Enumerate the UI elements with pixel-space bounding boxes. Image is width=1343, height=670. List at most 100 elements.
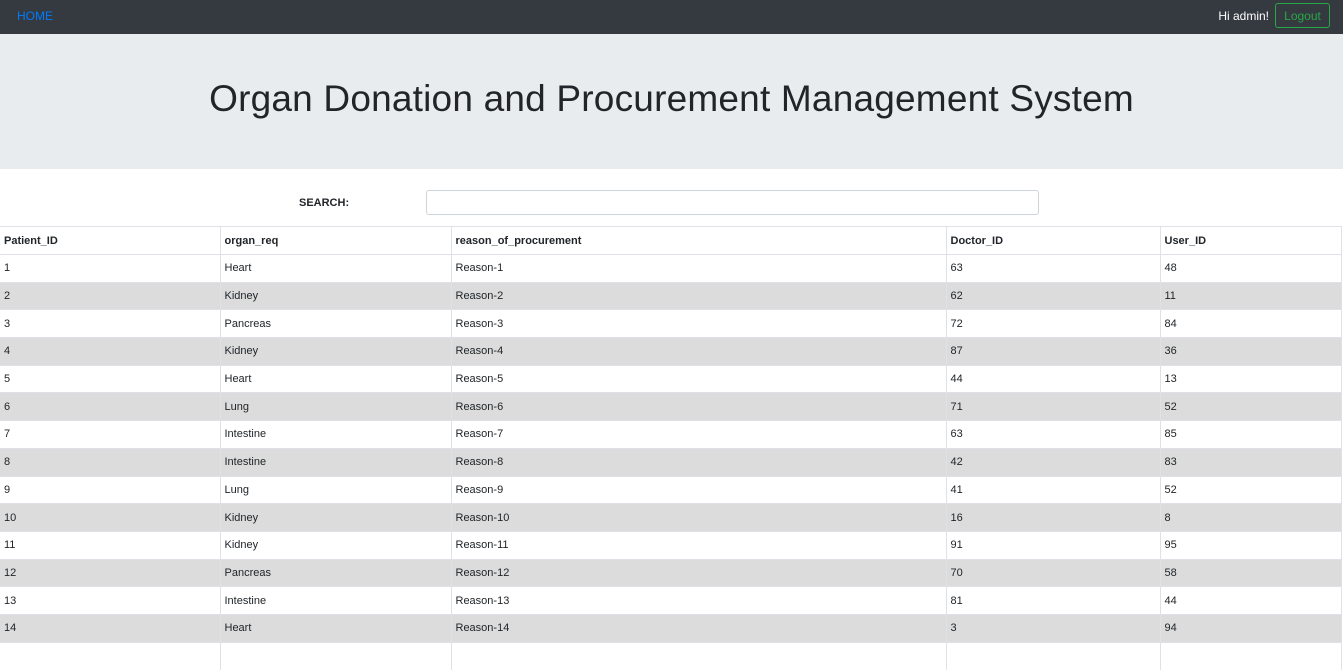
cell-reason: Reason-8 bbox=[450, 447, 946, 476]
cell-reason: Reason-7 bbox=[450, 420, 946, 449]
cell-reason: Reason-13 bbox=[450, 586, 946, 615]
cell-organ-req bbox=[219, 641, 451, 670]
cell-patient-id: 5 bbox=[0, 364, 220, 393]
cell-doctor-id: 42 bbox=[945, 447, 1160, 476]
cell-doctor-id: 87 bbox=[945, 337, 1160, 366]
cell-organ-req: Pancreas bbox=[219, 309, 451, 338]
cell-organ-req: Kidney bbox=[219, 530, 451, 560]
cell-doctor-id bbox=[945, 641, 1160, 670]
cell-user-id: 13 bbox=[1159, 364, 1342, 393]
cell-doctor-id: 70 bbox=[945, 558, 1160, 587]
table-row: 9 Lung Reason-9 41 52 bbox=[0, 475, 1342, 504]
cell-organ-req: Intestine bbox=[219, 420, 451, 449]
table-row: 3 Pancreas Reason-3 72 84 bbox=[0, 309, 1342, 338]
cell-user-id: 44 bbox=[1159, 586, 1342, 615]
column-header-organ-req[interactable]: organ_req bbox=[219, 226, 451, 255]
logout-button[interactable]: Logout bbox=[1275, 3, 1330, 28]
cell-doctor-id: 3 bbox=[945, 613, 1160, 643]
cell-organ-req: Kidney bbox=[219, 503, 451, 532]
column-header-user-id[interactable]: User_ID bbox=[1159, 226, 1342, 255]
table-row bbox=[0, 641, 1342, 670]
table-row: 13 Intestine Reason-13 81 44 bbox=[0, 586, 1342, 615]
cell-doctor-id: 63 bbox=[945, 254, 1160, 283]
cell-organ-req: Lung bbox=[219, 475, 451, 504]
table-row: 10 Kidney Reason-10 16 8 bbox=[0, 503, 1342, 532]
cell-organ-req: Heart bbox=[219, 254, 451, 283]
cell-reason: Reason-12 bbox=[450, 558, 946, 587]
column-header-doctor-id[interactable]: Doctor_ID bbox=[945, 226, 1160, 255]
cell-organ-req: Heart bbox=[219, 613, 451, 643]
cell-doctor-id: 62 bbox=[945, 281, 1160, 310]
header-banner: Organ Donation and Procurement Managemen… bbox=[0, 34, 1343, 169]
cell-patient-id: 9 bbox=[0, 475, 220, 504]
cell-doctor-id: 44 bbox=[945, 364, 1160, 393]
cell-reason bbox=[450, 641, 946, 670]
patients-table: Patient_ID organ_req reason_of_procureme… bbox=[0, 226, 1342, 670]
cell-doctor-id: 41 bbox=[945, 475, 1160, 504]
cell-patient-id: 8 bbox=[0, 447, 220, 476]
column-header-reason[interactable]: reason_of_procurement bbox=[450, 226, 946, 255]
cell-organ-req: Lung bbox=[219, 392, 451, 421]
table-row: 2 Kidney Reason-2 62 11 bbox=[0, 281, 1342, 310]
cell-organ-req: Kidney bbox=[219, 337, 451, 366]
search-input[interactable] bbox=[426, 190, 1039, 215]
cell-reason: Reason-4 bbox=[450, 337, 946, 366]
table-body: 1 Heart Reason-1 63 48 2 Kidney Reason-2 62 11 3 Pa… bbox=[0, 254, 1342, 670]
cell-patient-id: 6 bbox=[0, 392, 220, 421]
cell-user-id: 36 bbox=[1159, 337, 1342, 366]
cell-user-id: 48 bbox=[1159, 254, 1342, 283]
cell-patient-id bbox=[0, 641, 220, 670]
cell-doctor-id: 91 bbox=[945, 530, 1160, 560]
cell-doctor-id: 71 bbox=[945, 392, 1160, 421]
search-label: SEARCH: bbox=[299, 197, 350, 209]
column-header-patient-id[interactable]: Patient_ID bbox=[0, 226, 220, 255]
cell-organ-req: Intestine bbox=[219, 586, 451, 615]
home-link[interactable]: HOME bbox=[17, 9, 53, 23]
user-greeting: Hi admin! bbox=[1218, 9, 1269, 23]
cell-user-id: 95 bbox=[1159, 530, 1342, 560]
cell-reason: Reason-1 bbox=[450, 254, 946, 283]
cell-reason: Reason-9 bbox=[450, 475, 946, 504]
cell-doctor-id: 63 bbox=[945, 420, 1160, 449]
cell-reason: Reason-10 bbox=[450, 503, 946, 532]
cell-organ-req: Intestine bbox=[219, 447, 451, 476]
cell-user-id: 58 bbox=[1159, 558, 1342, 587]
cell-patient-id: 3 bbox=[0, 309, 220, 338]
cell-patient-id: 2 bbox=[0, 281, 220, 310]
cell-organ-req: Pancreas bbox=[219, 558, 451, 587]
top-navbar: HOME Hi admin! Logout bbox=[0, 0, 1343, 34]
cell-reason: Reason-14 bbox=[450, 613, 946, 643]
table-row: 12 Pancreas Reason-12 70 58 bbox=[0, 558, 1342, 587]
cell-user-id: 8 bbox=[1159, 503, 1342, 532]
cell-doctor-id: 72 bbox=[945, 309, 1160, 338]
cell-patient-id: 7 bbox=[0, 420, 220, 449]
cell-patient-id: 12 bbox=[0, 558, 220, 587]
cell-reason: Reason-6 bbox=[450, 392, 946, 421]
table-header-row: Patient_ID organ_req reason_of_procureme… bbox=[0, 226, 1342, 255]
cell-patient-id: 11 bbox=[0, 530, 220, 560]
cell-organ-req: Heart bbox=[219, 364, 451, 393]
cell-patient-id: 1 bbox=[0, 254, 220, 283]
cell-user-id: 11 bbox=[1159, 281, 1342, 310]
cell-reason: Reason-2 bbox=[450, 281, 946, 310]
table-row: 11 Kidney Reason-11 91 95 bbox=[0, 530, 1342, 560]
cell-user-id: 52 bbox=[1159, 392, 1342, 421]
cell-patient-id: 10 bbox=[0, 503, 220, 532]
table-row: 5 Heart Reason-5 44 13 bbox=[0, 364, 1342, 393]
table-row: 4 Kidney Reason-4 87 36 bbox=[0, 337, 1342, 366]
table-row: 8 Intestine Reason-8 42 83 bbox=[0, 447, 1342, 476]
cell-reason: Reason-3 bbox=[450, 309, 946, 338]
cell-organ-req: Kidney bbox=[219, 281, 451, 310]
cell-doctor-id: 16 bbox=[945, 503, 1160, 532]
cell-user-id: 94 bbox=[1159, 613, 1342, 643]
cell-patient-id: 4 bbox=[0, 337, 220, 366]
cell-patient-id: 13 bbox=[0, 586, 220, 615]
cell-patient-id: 14 bbox=[0, 613, 220, 643]
cell-doctor-id: 81 bbox=[945, 586, 1160, 615]
table-row: 7 Intestine Reason-7 63 85 bbox=[0, 420, 1342, 449]
cell-user-id bbox=[1159, 641, 1342, 670]
cell-reason: Reason-11 bbox=[450, 530, 946, 560]
table-row: 14 Heart Reason-14 3 94 bbox=[0, 613, 1342, 643]
cell-user-id: 83 bbox=[1159, 447, 1342, 476]
cell-reason: Reason-5 bbox=[450, 364, 946, 393]
